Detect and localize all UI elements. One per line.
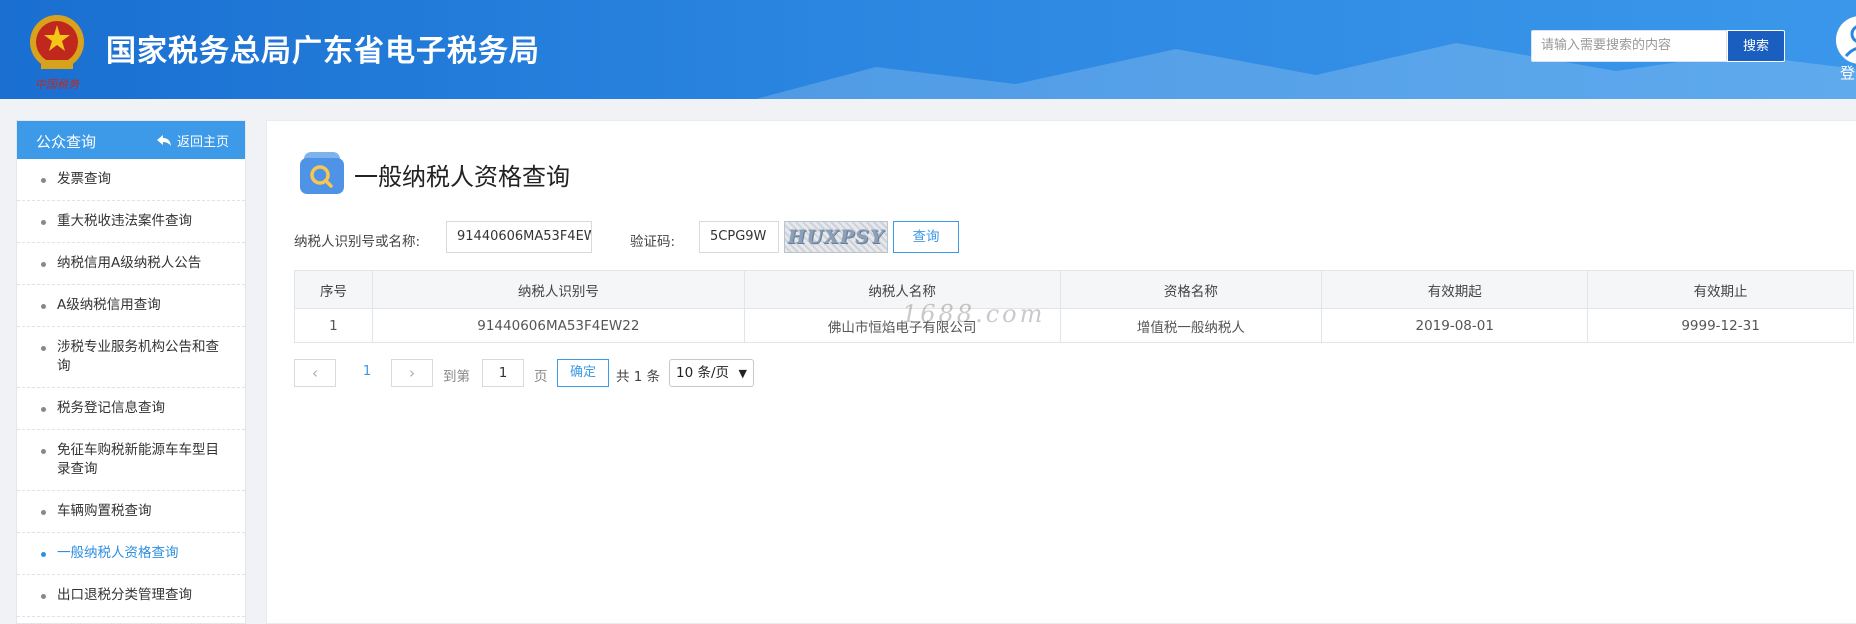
sidebar-menu: 发票查询 重大税收违法案件查询 纳税信用A级纳税人公告 A级纳税信用查询 涉税专业服务机… — [17, 159, 245, 617]
sidebar-item[interactable]: 一般纳税人资格查询 — [17, 533, 245, 575]
sidebar-item[interactable]: 税务登记信息查询 — [17, 388, 245, 430]
table-cell: 91440606MA53F4EW22 — [371, 308, 745, 343]
site-title: 国家税务总局广东省电子税务局 — [106, 34, 540, 69]
column-header: 资格名称 — [1059, 270, 1323, 309]
taxpayer-id-input[interactable]: 91440606MA53F4EW22 — [446, 221, 592, 253]
sidebar-item[interactable]: 涉税专业服务机构公告和查询 — [17, 327, 245, 388]
search-input[interactable]: 请输入需要搜索的内容 — [1531, 30, 1727, 62]
page-size-select[interactable]: 10 条/页 ▼ — [669, 359, 754, 387]
table-header-row: 序号 纳税人识别号 纳税人名称 资格名称 有效期起 有效期止 — [294, 270, 1854, 309]
login-link[interactable]: 登 — [1840, 62, 1855, 83]
table-cell: 2019-08-01 — [1321, 308, 1589, 343]
captcha-label: 验证码: — [630, 234, 676, 250]
page-number-current[interactable]: 1 — [352, 363, 382, 379]
page-title: 一般纳税人资格查询 — [354, 163, 570, 191]
back-home-link[interactable]: 返回主页 — [156, 131, 229, 150]
results-table: 序号 纳税人识别号 纳税人名称 资格名称 有效期起 有效期止 1 91440606MA53F… — [294, 270, 1854, 343]
column-header: 有效期止 — [1587, 270, 1854, 309]
table-cell: 增值税一般纳税人 — [1059, 308, 1323, 343]
chevron-left-icon: ‹ — [312, 364, 318, 382]
sidebar-title: 公众查询 — [36, 133, 97, 151]
sidebar-item[interactable]: 纳税信用A级纳税人公告 — [17, 243, 245, 285]
sidebar-item[interactable]: 发票查询 — [17, 159, 245, 201]
captcha-input[interactable]: 5CPG9W — [699, 221, 779, 253]
prev-page-button[interactable]: ‹ — [294, 359, 336, 387]
total-count: 共 1 条 — [616, 369, 661, 385]
captcha-image[interactable]: HUXPSY — [784, 221, 888, 253]
column-header: 纳税人识别号 — [371, 270, 745, 309]
goto-page-input[interactable]: 1 — [482, 359, 524, 387]
page-unit-label: 页 — [534, 369, 548, 385]
sidebar-item[interactable]: 出口退税分类管理查询 — [17, 575, 245, 617]
goto-confirm-button[interactable]: 确定 — [557, 359, 609, 387]
column-header: 序号 — [294, 270, 373, 309]
chevron-down-icon: ▼ — [738, 367, 747, 380]
sidebar: 公众查询 返回主页 发票查询 重大税收违法案件查询 纳税信用A级纳税人公告 A级纳税信… — [16, 120, 246, 624]
site-header: 中国税务 国家税务总局广东省电子税务局 请输入需要搜索的内容 搜索 登 — [0, 0, 1856, 99]
svg-text:中国税务: 中国税务 — [35, 78, 80, 91]
table-cell: 1 — [294, 308, 373, 343]
taxpayer-label: 纳税人识别号或名称: — [294, 234, 421, 250]
table-body: 1 91440606MA53F4EW22 佛山市恒焰电子有限公司 增值税一般纳税人 20… — [294, 308, 1854, 343]
query-page-icon — [300, 152, 344, 194]
sidebar-item[interactable]: 重大税收违法案件查询 — [17, 201, 245, 243]
sidebar-item[interactable]: 车辆购置税查询 — [17, 491, 245, 533]
table-cell: 9999-12-31 — [1587, 308, 1854, 343]
query-button[interactable]: 查询 — [893, 221, 959, 253]
sidebar-header: 公众查询 返回主页 — [17, 121, 245, 159]
back-home-label: 返回主页 — [176, 135, 229, 150]
tax-emblem-icon: 中国税务 — [30, 15, 84, 91]
sidebar-item[interactable]: 免征车购税新能源车车型目录查询 — [17, 430, 245, 491]
goto-label: 到第 — [443, 369, 470, 385]
column-header: 有效期起 — [1321, 270, 1589, 309]
chevron-right-icon: › — [409, 364, 415, 382]
table-row: 1 91440606MA53F4EW22 佛山市恒焰电子有限公司 增值税一般纳税人 20… — [294, 308, 1854, 343]
sidebar-item[interactable]: A级纳税信用查询 — [17, 285, 245, 327]
back-arrow-icon — [156, 134, 171, 146]
next-page-button[interactable]: › — [391, 359, 433, 387]
search-button[interactable]: 搜索 — [1727, 30, 1785, 62]
page-size-value: 10 条/页 — [676, 365, 730, 381]
watermark: 1688.com — [902, 300, 1046, 328]
